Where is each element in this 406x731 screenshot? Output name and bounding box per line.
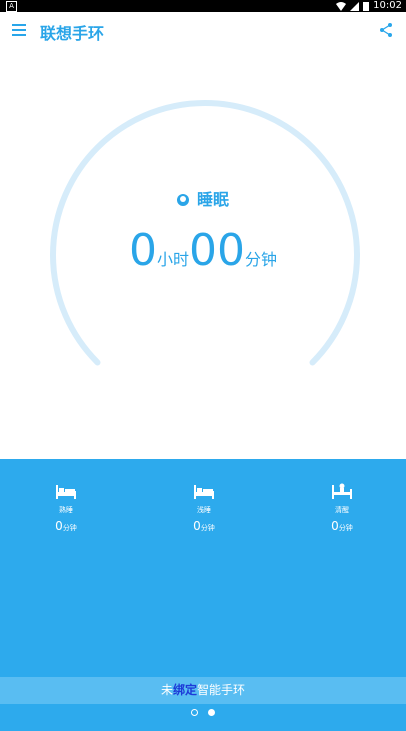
status-icons: 10:02: [336, 0, 402, 12]
page-dot-2[interactable]: [208, 709, 215, 716]
stat-light-sleep: 浅睡 0分钟: [174, 483, 234, 533]
sleep-label: 睡眠: [0, 186, 406, 210]
app-title: 联想手环: [40, 24, 105, 43]
stat-label: 清醒: [335, 506, 349, 514]
bed-icon: [194, 485, 214, 499]
notification-icon: A: [6, 1, 17, 12]
stat-value: 0分钟: [193, 519, 215, 533]
stat-value: 0分钟: [331, 519, 353, 533]
banner-highlight: 绑定: [172, 683, 197, 697]
signal-icon: [350, 1, 360, 11]
page-indicator: [0, 709, 406, 721]
minutes-value: 00: [189, 225, 245, 276]
stat-value: 0分钟: [55, 519, 77, 533]
menu-icon[interactable]: [12, 24, 26, 36]
minutes-unit: 分钟: [245, 250, 278, 269]
stat-label: 熟睡: [59, 506, 73, 514]
bind-band-banner[interactable]: 未绑定智能手环: [0, 677, 406, 704]
awake-icon: [332, 483, 352, 499]
status-bar: A 10:02: [0, 0, 406, 12]
banner-suffix: 智能手环: [197, 683, 246, 697]
stat-label: 浅睡: [197, 506, 211, 514]
battery-icon: [363, 2, 370, 11]
moon-icon: [176, 194, 189, 206]
hours-value: 0: [128, 225, 157, 276]
hours-unit: 小时: [156, 250, 189, 269]
sleep-label-text: 睡眠: [196, 190, 229, 209]
wifi-icon: [336, 1, 347, 11]
sleep-gauge: 睡眠 0小时00分钟: [0, 50, 406, 459]
share-icon[interactable]: [378, 22, 394, 38]
status-time: 10:02: [373, 0, 402, 11]
app-bar: 联想手环: [0, 12, 406, 50]
stat-deep-sleep: 熟睡 0分钟: [36, 483, 96, 533]
page-dot-1[interactable]: [191, 709, 198, 716]
banner-prefix: 未: [160, 683, 173, 697]
stat-awake: 清醒 0分钟: [312, 483, 372, 533]
bed-icon: [56, 485, 76, 499]
sleep-duration: 0小时00分钟: [0, 226, 406, 276]
